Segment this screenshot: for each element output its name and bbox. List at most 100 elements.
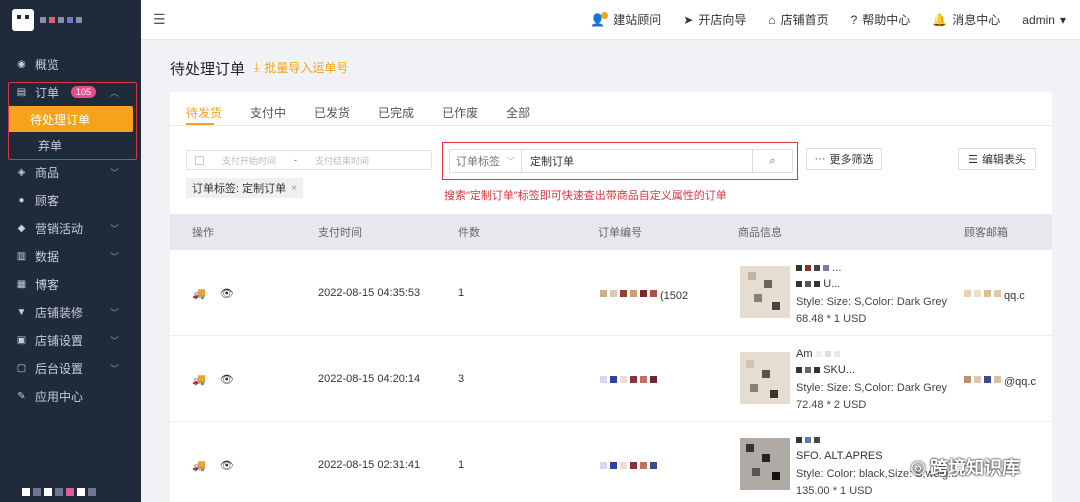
- sidebar-item-data[interactable]: ▥ 数据 ﹀: [0, 242, 141, 270]
- product-price: 68.48 * 1 USD: [796, 313, 867, 325]
- sidebar-item-products[interactable]: ◈ 商品 ﹀: [0, 158, 141, 186]
- sidebar-item-admin-settings[interactable]: ▢ 后台设置 ﹀: [0, 354, 141, 382]
- date-separator: -: [294, 155, 298, 165]
- paint-icon: ▼: [16, 306, 27, 318]
- chevron-down-icon: ﹀: [109, 223, 119, 234]
- help-icon: ?: [850, 12, 858, 27]
- order-number-blurred[interactable]: [600, 376, 657, 383]
- sliders-icon: ☰: [968, 153, 978, 166]
- edit-header-button[interactable]: ☰ 编辑表头: [958, 148, 1036, 170]
- menu-toggle-icon[interactable]: ☰: [153, 11, 166, 28]
- col-qty: 件数: [458, 227, 480, 239]
- col-order-no: 订单编号: [598, 227, 642, 239]
- truck-icon[interactable]: 🚚: [192, 459, 206, 472]
- search-input[interactable]: 定制订单: [522, 150, 752, 172]
- top-link-consultant[interactable]: 👤 建站顾问: [590, 11, 661, 28]
- tab-active-indicator: [186, 123, 214, 125]
- product-thumbnail[interactable]: [740, 438, 790, 490]
- calendar-icon: [195, 155, 204, 165]
- table-header: 操作 支付时间 件数 订单编号 商品信息 顾客邮箱: [170, 214, 1052, 250]
- customer-email-blurred: qq.c: [964, 290, 1025, 302]
- chart-icon: ▥: [16, 250, 27, 262]
- customer-icon: ●: [18, 194, 25, 206]
- product-title[interactable]: Am: [796, 348, 956, 360]
- notification-dot: [601, 11, 609, 19]
- col-actions: 操作: [192, 227, 214, 239]
- tab-completed[interactable]: 已完成: [378, 104, 414, 124]
- pay-time: 2022-08-15 02:31:41: [318, 459, 421, 471]
- eye-icon[interactable]: 👁: [220, 459, 234, 472]
- close-icon[interactable]: ×: [291, 183, 297, 194]
- search-button[interactable]: ⌕: [752, 150, 792, 172]
- orders-highlight-box: [8, 82, 137, 160]
- eye-icon[interactable]: 👁: [220, 373, 234, 386]
- order-number-blurred[interactable]: [600, 462, 657, 469]
- product-thumbnail[interactable]: [740, 352, 790, 404]
- chevron-down-icon: ﹀: [109, 167, 119, 178]
- truck-icon[interactable]: 🚚: [192, 373, 206, 386]
- orders-card: 待发货 支付中 已发货 已完成 已作废 全部 支付开始时间 - 支付结束时间 订…: [170, 92, 1052, 502]
- eye-icon[interactable]: 👁: [220, 287, 234, 300]
- sidebar: ◉ 概览 ▤ 订单 105 ︿ 待处理订单 弃单 ◈ 商品 ﹀ ● 顾客 ◆ 营…: [0, 0, 141, 502]
- dashboard-icon: ◉: [17, 58, 26, 70]
- search-field-select[interactable]: 订单标签 ﹀: [450, 150, 522, 172]
- product-title[interactable]: ...: [796, 262, 956, 274]
- table-row[interactable]: 🚚 👁 2022-08-15 04:20:14 3 Am SKU... Styl…: [170, 336, 1052, 422]
- search-group: 订单标签 ﹀ 定制订单 ⌕: [449, 149, 793, 173]
- sidebar-item-blog[interactable]: ▦ 博客: [0, 270, 141, 298]
- product-style: Style: Size: S,Color: Dark Grey: [796, 382, 947, 394]
- product-thumbnail[interactable]: [740, 266, 790, 318]
- top-bar: ☰ 👤 建站顾问 ➤ 开店向导 ⌂ 店铺首页 ? 帮助中心 🔔 消息中心 adm…: [141, 0, 1080, 40]
- pay-time: 2022-08-15 04:35:53: [318, 287, 421, 299]
- tabs-divider: [170, 125, 1052, 126]
- user-menu[interactable]: admin ▾: [1022, 13, 1066, 27]
- qty: 1: [458, 287, 465, 299]
- sidebar-item-customers[interactable]: ● 顾客: [0, 186, 141, 214]
- date-end-input[interactable]: 支付结束时间: [315, 154, 369, 167]
- logo[interactable]: [0, 0, 141, 40]
- logo-icon: [12, 9, 34, 31]
- active-filter-chip[interactable]: 订单标签: 定制订单 ×: [186, 178, 303, 198]
- admin-icon: ▢: [16, 362, 27, 374]
- date-start-input[interactable]: 支付开始时间: [222, 154, 276, 167]
- blog-icon: ▦: [16, 278, 27, 290]
- chevron-down-icon: ﹀: [109, 363, 119, 374]
- customer-email-blurred: @qq.c: [964, 376, 1036, 388]
- chevron-down-icon: ﹀: [109, 251, 119, 262]
- send-icon: ➤: [683, 12, 694, 27]
- sidebar-item-apps[interactable]: ✎ 应用中心: [0, 382, 141, 410]
- import-tracking-button[interactable]: ⤓ 批量导入运单号: [254, 59, 348, 76]
- top-link-home[interactable]: ⌂ 店铺首页: [768, 11, 828, 28]
- product-icon: ◈: [17, 166, 26, 178]
- marketing-icon: ◆: [17, 222, 26, 234]
- product-title[interactable]: [796, 434, 956, 446]
- sidebar-item-overview[interactable]: ◉ 概览: [0, 50, 141, 78]
- order-number-blurred[interactable]: (1502: [600, 290, 688, 302]
- table-row[interactable]: 🚚 👁 2022-08-15 04:35:53 1 (1502 ... U...: [170, 250, 1052, 336]
- top-link-messages[interactable]: 🔔 消息中心: [932, 11, 1000, 28]
- payment-date-range[interactable]: 支付开始时间 - 支付结束时间: [186, 150, 432, 170]
- search-hint: 搜索"定制订单"标签即可快速查出带商品自定义属性的订单: [444, 190, 727, 202]
- tab-all[interactable]: 全部: [506, 104, 530, 124]
- tab-to-ship[interactable]: 待发货: [186, 104, 222, 124]
- truck-icon[interactable]: 🚚: [192, 287, 206, 300]
- tab-paying[interactable]: 支付中: [250, 104, 286, 124]
- logo-text-blurred: [40, 17, 82, 23]
- tab-shipped[interactable]: 已发货: [314, 104, 350, 124]
- tab-voided[interactable]: 已作废: [442, 104, 478, 124]
- product-title-line2: U...: [796, 278, 956, 290]
- top-link-guide[interactable]: ➤ 开店向导: [683, 11, 746, 28]
- order-status-tabs: 待发货 支付中 已发货 已完成 已作废 全部: [186, 104, 558, 124]
- more-filters-button[interactable]: ··· 更多筛选: [806, 148, 882, 170]
- sidebar-item-decoration[interactable]: ▼ 店铺装修 ﹀: [0, 298, 141, 326]
- search-highlight-box: 订单标签 ﹀ 定制订单 ⌕: [442, 142, 798, 180]
- search-icon: ⌕: [769, 154, 776, 167]
- sidebar-item-marketing[interactable]: ◆ 营销活动 ﹀: [0, 214, 141, 242]
- pay-time: 2022-08-15 04:20:14: [318, 373, 421, 385]
- qty: 1: [458, 459, 465, 471]
- upload-icon: ⤓: [254, 60, 260, 74]
- top-link-help[interactable]: ? 帮助中心: [851, 11, 911, 28]
- footer-blurred: [22, 488, 96, 496]
- sidebar-item-store-settings[interactable]: ▣ 店铺设置 ﹀: [0, 326, 141, 354]
- settings-icon: ▣: [16, 334, 27, 346]
